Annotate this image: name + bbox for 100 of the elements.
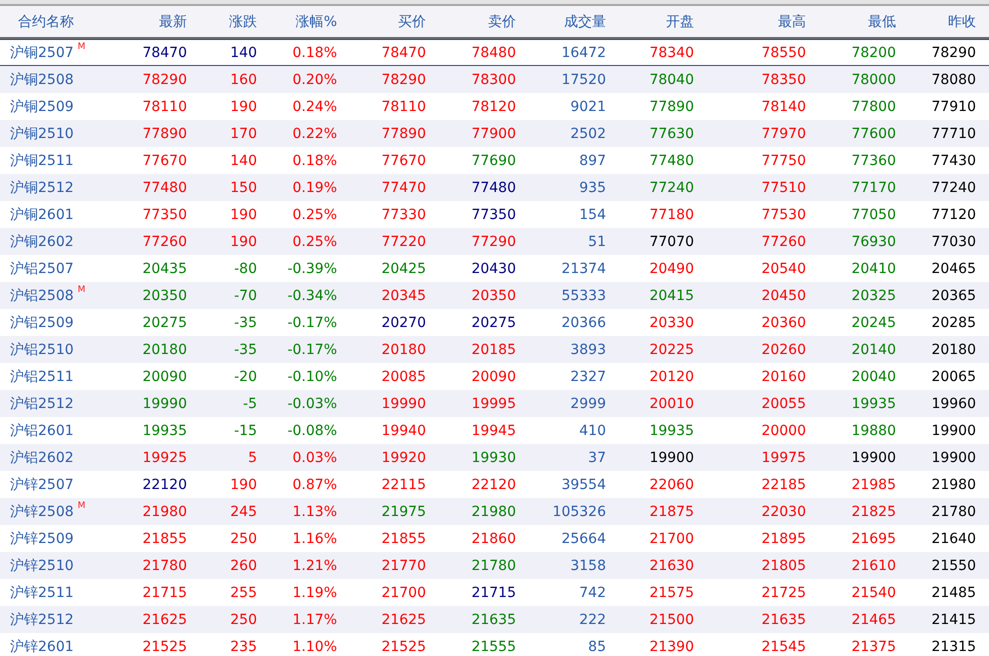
table-cell-text: 20260	[760, 342, 806, 358]
contract-name: 沪铝2507	[10, 260, 74, 278]
table-row[interactable]: 沪铜2601 77350 190 0.25% 77330 77350 154 77180 77530 77050 77120	[0, 201, 989, 228]
table-cell-text: 20430	[470, 260, 516, 276]
table-cell-text: 21375	[850, 638, 896, 654]
column-header[interactable]: 涨跌	[187, 12, 257, 30]
column-header[interactable]: 最低	[806, 12, 896, 30]
table-cell-text: 77170	[850, 180, 896, 196]
table-cell-text: -20	[233, 368, 257, 384]
table-cell-text: 0.22%	[292, 126, 337, 142]
table-row[interactable]: 沪铝2512 19990 -5 -0.03% 19990 19995 2999 20010 20055 19935 19960	[0, 390, 989, 417]
table-cell-text: 78290	[380, 72, 426, 88]
table-cell-text: 2327	[569, 368, 606, 384]
table-cell-text: 77890	[648, 98, 694, 114]
table-row[interactable]: 沪铝2510 20180 -35 -0.17% 20180 20185 3893 20225 20260 20140 20180	[0, 336, 989, 363]
contract-name: 沪铜2512	[10, 178, 74, 196]
table-cell-text: 250	[229, 530, 257, 546]
column-header[interactable]: 昨收	[896, 12, 976, 30]
table-cell-text: 21805	[760, 558, 806, 574]
table-row[interactable]: 沪锌2509 21855 250 1.16% 21855 21860 25664 21700 21895 21695 21640	[0, 525, 989, 552]
table-cell-text: 20275	[141, 314, 187, 330]
contract-name: 沪铜2507	[10, 44, 74, 62]
table-cell-text: 1.19%	[292, 584, 337, 600]
table-cell-text: 1.13%	[292, 504, 337, 520]
table-cell-text: 37	[587, 450, 606, 466]
table-row[interactable]: 沪锌2601 21525 235 1.10% 21525 21555 85 21390 21545 21375 21315	[0, 633, 989, 656]
table-cell-text: 140	[229, 44, 257, 60]
table-cell-text: 21715	[141, 584, 187, 600]
table-row[interactable]: 沪铝2508 M 20350 -70 -0.34% 20345 20350 55333 20415 20450 20325 20365	[0, 282, 989, 309]
column-header[interactable]: 开盘	[606, 12, 694, 30]
table-row[interactable]: 沪铜2510 77890 170 0.22% 77890 77900 2502 77630 77970 77600 77710	[0, 120, 989, 147]
table-cell-text: 77470	[380, 180, 426, 196]
table-cell-text: 21980	[470, 504, 516, 520]
column-header[interactable]: 最新	[105, 12, 187, 30]
table-cell-text: 20090	[470, 368, 516, 384]
table-row[interactable]: 沪铜2508 78290 160 0.20% 78290 78300 17520 78040 78350 78000 78080	[0, 66, 989, 93]
table-cell-text: 20085	[380, 368, 426, 384]
table-row[interactable]: 沪锌2507 22120 190 0.87% 22115 22120 39554 22060 22185 21985 21980	[0, 471, 989, 498]
table-cell-text: 78040	[648, 72, 694, 88]
column-header[interactable]: 成交量	[516, 12, 606, 30]
main-contract-label: M	[78, 500, 86, 510]
table-row[interactable]: 沪锌2510 21780 260 1.21% 21770 21780 3158 21630 21805 21610 21550	[0, 552, 989, 579]
table-cell-text: 77480	[470, 180, 516, 196]
table-cell-text: 154	[578, 206, 606, 222]
table-cell-text: 19960	[930, 396, 976, 412]
table-cell-text: 77970	[760, 126, 806, 142]
table-row[interactable]: 沪铝2507 20435 -80 -0.39% 20425 20430 21374 20490 20540 20410 20465	[0, 255, 989, 282]
table-row[interactable]: 沪铝2601 19935 -15 -0.08% 19940 19945 410 19935 20000 19880 19900	[0, 417, 989, 444]
column-header[interactable]: 买价	[337, 12, 426, 30]
table-cell-text: 21715	[470, 584, 516, 600]
table-cell-text: 78200	[850, 44, 896, 60]
table-cell-text: 410	[578, 422, 606, 438]
table-cell-text: 0.19%	[292, 180, 337, 196]
table-cell-text: 16472	[560, 44, 606, 60]
table-cell-text: 19900	[930, 450, 976, 466]
table-cell-text: 222	[578, 612, 606, 628]
table-cell-text: 78470	[380, 44, 426, 60]
table-row[interactable]: 沪铜2509 78110 190 0.24% 78110 78120 9021 77890 78140 77800 77910	[0, 93, 989, 120]
table-cell-text: 20360	[760, 314, 806, 330]
table-cell-text: 19935	[850, 396, 896, 412]
table-cell-text: 21725	[760, 584, 806, 600]
table-row[interactable]: 沪铝2511 20090 -20 -0.10% 20085 20090 2327 20120 20160 20040 20065	[0, 363, 989, 390]
table-cell-text: 21780	[930, 504, 976, 520]
table-row[interactable]: 沪锌2511 21715 255 1.19% 21700 21715 742 21575 21725 21540 21485	[0, 579, 989, 606]
table-cell-text: 19935	[141, 422, 187, 438]
table-row[interactable]: 沪锌2508 M 21980 245 1.13% 21975 21980 105326 21875 22030 21825 21780	[0, 498, 989, 525]
table-cell-text: 77120	[930, 206, 976, 222]
table-cell-text: 20540	[760, 260, 806, 276]
table-row[interactable]: 沪铝2509 20275 -35 -0.17% 20270 20275 20366 20330 20360 20245 20285	[0, 309, 989, 336]
table-row[interactable]: 沪铜2602 77260 190 0.25% 77220 77290 51 77070 77260 76930 77030	[0, 228, 989, 255]
table-cell-text: 21980	[930, 476, 976, 492]
table-row[interactable]: 沪铜2512 77480 150 0.19% 77470 77480 935 77240 77510 77170 77240	[0, 174, 989, 201]
table-cell-text: 20330	[648, 314, 694, 330]
column-header[interactable]: 涨幅%	[257, 12, 337, 30]
table-row[interactable]: 沪铝2602 19925 5 0.03% 19920 19930 37 19900 19975 19900 19900	[0, 444, 989, 471]
table-row[interactable]: 沪锌2512 21625 250 1.17% 21625 21635 222 21500 21635 21465 21415	[0, 606, 989, 633]
contract-name: 沪铜2509	[10, 98, 74, 116]
contract-name: 沪铝2512	[10, 394, 74, 412]
table-cell-text: 77480	[648, 152, 694, 168]
table-row[interactable]: 沪铜2511 77670 140 0.18% 77670 77690 897 77480 77750 77360 77430	[0, 147, 989, 174]
table-cell-text: 20425	[380, 260, 426, 276]
table-cell-text: 20180	[141, 342, 187, 358]
table-cell-text: 19930	[470, 450, 516, 466]
table-cell-text: 19940	[380, 422, 426, 438]
table-cell-text: 20365	[930, 288, 976, 304]
table-cell-text: 1.17%	[292, 612, 337, 628]
table-cell-text: 77710	[930, 126, 976, 142]
table-cell-text: 77070	[648, 234, 694, 250]
table-row[interactable]: 沪铜2507 M 78470 140 0.18% 78470 78480 16472 78340 78550 78200 78290	[0, 39, 989, 66]
contract-name: 沪铝2510	[10, 340, 74, 358]
column-header[interactable]: 卖价	[426, 12, 516, 30]
table-cell-text: 77050	[850, 206, 896, 222]
table-cell-text: 77480	[141, 180, 187, 196]
column-header[interactable]: 最高	[694, 12, 806, 30]
table-cell-text: 19995	[470, 396, 516, 412]
table-cell-text: 3893	[569, 342, 606, 358]
table-cell-text: 78350	[760, 72, 806, 88]
table-cell-text: 20090	[141, 368, 187, 384]
column-header[interactable]: 合约名称	[0, 12, 105, 30]
table-cell-text: -70	[233, 288, 257, 304]
